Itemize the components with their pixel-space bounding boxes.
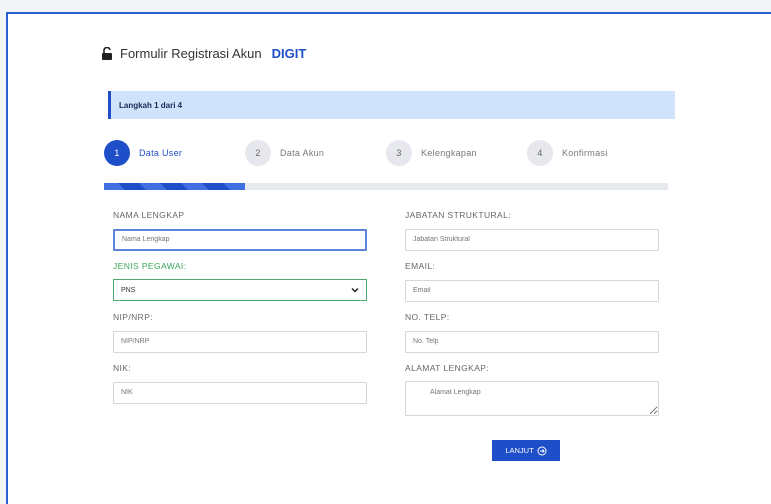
nip-input[interactable]: [113, 330, 367, 353]
arrow-right-circle-icon: [537, 446, 547, 455]
field-nama-lengkap: NAMA LENGKAP: [113, 210, 367, 251]
progress-stripes: [104, 183, 245, 190]
field-alamat: ALAMAT LENGKAP:: [405, 363, 659, 421]
page-title: Formulir Registrasi Akun DIGIT: [100, 46, 306, 61]
progress-fill: [104, 183, 245, 190]
step-3-label: Kelengkapan: [421, 148, 477, 158]
alamat-textarea[interactable]: [405, 381, 659, 416]
step-4[interactable]: 4 Konfirmasi: [527, 140, 608, 166]
next-button-label: LANJUT: [505, 446, 534, 455]
telp-input[interactable]: [405, 330, 659, 353]
step-banner-text: Langkah 1 dari 4: [119, 100, 183, 110]
nip-label: NIP/NRP:: [113, 312, 154, 322]
registration-panel: [6, 12, 771, 504]
jenis-pegawai-label: JENIS PEGAWAI:: [113, 261, 187, 271]
field-nip: NIP/NRP:: [113, 312, 367, 353]
stepper: 1 Data User 2 Data Akun 3 Kelengkapan 4 …: [0, 140, 771, 170]
title-text: Formulir Registrasi Akun: [120, 46, 262, 61]
nik-input[interactable]: [113, 381, 367, 404]
lock-open-icon: [102, 46, 112, 60]
alamat-label: ALAMAT LENGKAP:: [405, 363, 490, 373]
jenis-pegawai-value: PNS: [121, 286, 136, 294]
email-input[interactable]: [405, 279, 659, 302]
field-nik: NIK:: [113, 363, 367, 404]
email-label: EMAIL:: [405, 261, 436, 271]
jenis-pegawai-select[interactable]: PNS: [113, 279, 367, 301]
field-jabatan: JABATAN STRUKTURAL:: [405, 210, 659, 251]
step-4-label: Konfirmasi: [562, 148, 608, 158]
nik-label: NIK:: [113, 363, 132, 373]
step-4-number: 4: [527, 140, 553, 166]
step-2[interactable]: 2 Data Akun: [245, 140, 324, 166]
nama-lengkap-label: NAMA LENGKAP: [113, 210, 185, 220]
step-2-number: 2: [245, 140, 271, 166]
next-button[interactable]: LANJUT: [492, 440, 560, 461]
jabatan-label: JABATAN STRUKTURAL:: [405, 210, 511, 220]
step-2-label: Data Akun: [280, 148, 325, 158]
nama-lengkap-input[interactable]: [113, 228, 367, 251]
step-1-number: 1: [104, 140, 130, 166]
step-1[interactable]: 1 Data User: [104, 140, 182, 166]
chevron-down-icon: [351, 287, 359, 293]
step-3[interactable]: 3 Kelengkapan: [386, 140, 477, 166]
field-telp: NO. TELP:: [405, 312, 659, 353]
progress-bar: [104, 183, 668, 190]
step-3-number: 3: [386, 140, 412, 166]
step-1-label: Data User: [139, 148, 183, 158]
step-banner: Langkah 1 dari 4: [108, 91, 675, 119]
field-email: EMAIL:: [405, 261, 659, 302]
jabatan-input[interactable]: [405, 228, 659, 251]
brand-name: DIGIT: [271, 46, 307, 61]
field-jenis-pegawai: JENIS PEGAWAI: PNS: [113, 261, 367, 301]
telp-label: NO. TELP:: [405, 312, 450, 322]
